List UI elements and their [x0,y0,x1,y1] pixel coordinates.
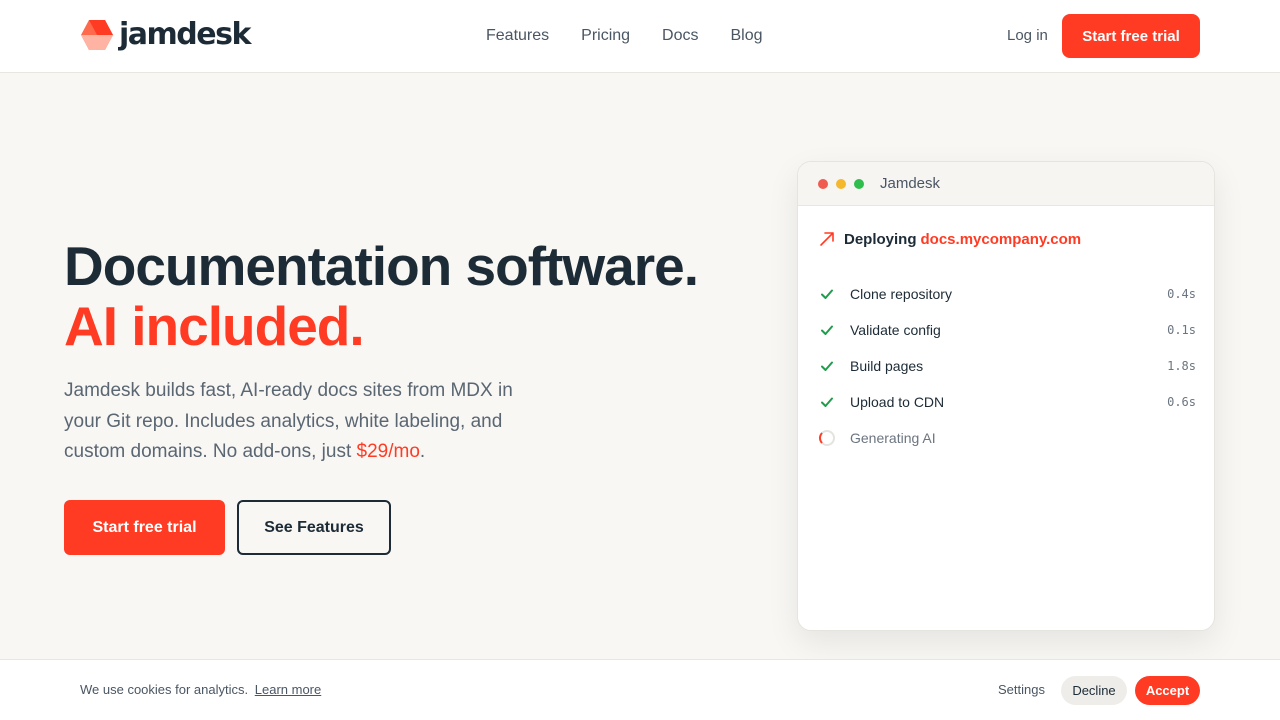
jamdesk-logo-icon [80,18,114,52]
spinner-icon [818,429,836,447]
nav-docs[interactable]: Docs [662,26,698,46]
cookie-accept-button[interactable]: Accept [1135,676,1200,705]
window-title: Jamdesk [880,175,941,192]
deploy-steps: Clone repository 0.4s Validate config 0.… [818,276,1196,456]
brand-logo[interactable]: jamdesk [80,17,251,52]
hero-description-text: Jamdesk builds fast, AI-ready docs sites… [64,380,513,462]
nav-features[interactable]: Features [486,26,549,46]
deploy-status: Deploying docs.mycompany.com [818,230,1081,248]
hero-start-trial-button[interactable]: Start free trial [64,500,225,555]
see-features-button[interactable]: See Features [237,500,391,555]
deploy-step: Build pages 1.8s [818,348,1196,384]
window-titlebar: Jamdesk [798,162,1214,206]
step-label: Generating AI [850,430,936,446]
arrow-up-right-icon [820,232,834,246]
hero-title-line2: AI included. [64,295,365,357]
check-icon [818,393,836,411]
site-header: jamdesk Features Pricing Docs Blog Log i… [0,0,1280,73]
step-label: Validate config [850,322,941,338]
header-start-trial-button[interactable]: Start free trial [1062,14,1200,58]
cookie-settings-button[interactable]: Settings [998,682,1045,697]
brand-name: jamdesk [119,17,251,52]
deploy-step: Clone repository 0.4s [818,276,1196,312]
deploy-step: Validate config 0.1s [818,312,1196,348]
step-time: 0.4s [1167,287,1196,301]
check-icon [818,321,836,339]
minimize-dot-icon [836,178,846,189]
learn-more-link[interactable]: Learn more [255,682,321,697]
step-label: Upload to CDN [850,394,945,410]
step-time: 0.6s [1167,395,1196,409]
close-dot-icon [818,178,828,189]
deploy-step: Generating AI [818,420,1196,456]
login-link[interactable]: Log in [1007,27,1048,44]
cookie-text: We use cookies for analytics. [80,682,249,697]
cookie-banner: We use cookies for analytics. Learn more… [0,659,1280,720]
hero-description-end: . [419,441,426,462]
step-time: 0.1s [1167,323,1196,337]
cookie-message: We use cookies for analytics. Learn more [80,682,321,697]
cookie-decline-button[interactable]: Decline [1061,676,1127,705]
step-label: Clone repository [850,286,952,302]
step-label: Build pages [850,358,924,374]
hero-title-line1: Documentation software. [64,235,699,297]
deploy-domain: docs.mycompany.com [920,230,1082,248]
hero-price: $29/mo [356,441,420,462]
main-nav: Features Pricing Docs Blog [486,26,795,46]
nav-blog[interactable]: Blog [731,26,763,46]
nav-pricing[interactable]: Pricing [581,26,630,46]
deploy-step: Upload to CDN 0.6s [818,384,1196,420]
check-icon [818,357,836,375]
deploy-prefix: Deploying [844,230,917,248]
hero-description: Jamdesk builds fast, AI-ready docs sites… [64,376,544,468]
maximize-dot-icon [854,178,864,189]
check-icon [818,285,836,303]
hero-title: Documentation software. AI included. [64,235,699,357]
deploy-window: Jamdesk Deploying docs.mycompany.com Clo… [797,161,1215,631]
step-time: 1.8s [1167,359,1196,373]
